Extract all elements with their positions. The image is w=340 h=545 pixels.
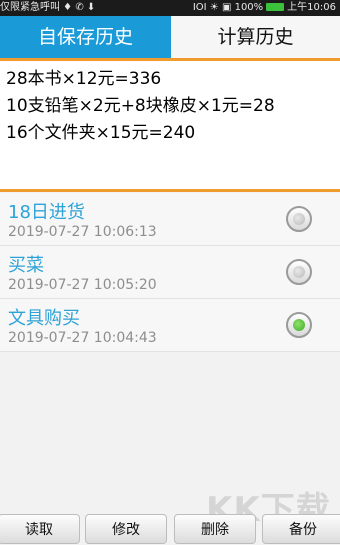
record-time: 2019-07-27 10:05:20 [8, 277, 157, 293]
calc-area-divider [0, 189, 340, 192]
status-left-text: 仅限紧急呼叫 ♦ ✆ ⬇ [0, 2, 96, 13]
bottom-toolbar: 读取 修改 删除 备份 [0, 510, 340, 544]
record-title: 文具购买 [8, 308, 80, 329]
record-title: 18日进货 [8, 202, 85, 223]
record-title: 买菜 [8, 255, 44, 276]
record-list: 18日进货 2019-07-27 10:06:13 买菜 2019-07-27 … [0, 193, 340, 352]
record-time: 2019-07-27 10:06:13 [8, 224, 157, 240]
status-signal-text: IOI ☀ ▣ 100% [192, 2, 264, 13]
radio-unselected-icon[interactable] [286, 206, 312, 232]
tab-calc-history[interactable]: 计算历史 [171, 16, 340, 58]
status-right: IOI ☀ ▣ 100% 上午10:06 [193, 0, 336, 16]
calc-line: 28本书×12元=336 [6, 69, 162, 89]
calc-line: 16个文件夹×15元=240 [6, 123, 196, 143]
battery-icon [266, 3, 285, 11]
radio-unselected-icon[interactable] [286, 259, 312, 285]
status-bar: 仅限紧急呼叫 ♦ ✆ ⬇ IOI ☀ ▣ 100% 上午10:06 [0, 0, 340, 16]
radio-selected-icon[interactable] [286, 312, 312, 338]
list-item[interactable]: 18日进货 2019-07-27 10:06:13 [0, 193, 340, 246]
list-item[interactable]: 文具购买 2019-07-27 10:04:43 [0, 299, 340, 352]
record-time: 2019-07-27 10:04:43 [8, 330, 157, 346]
calc-text-area[interactable]: 28本书×12元=336 10支铅笔×2元+8块橡皮×1元=28 16个文件夹×… [0, 61, 340, 189]
tab-saved-history[interactable]: 自保存历史 [0, 16, 171, 58]
tab-bar: 自保存历史 计算历史 [0, 16, 340, 61]
status-time: 上午10:06 [287, 2, 336, 13]
calc-line: 10支铅笔×2元+8块橡皮×1元=28 [6, 96, 275, 116]
list-item[interactable]: 买菜 2019-07-27 10:05:20 [0, 246, 340, 299]
